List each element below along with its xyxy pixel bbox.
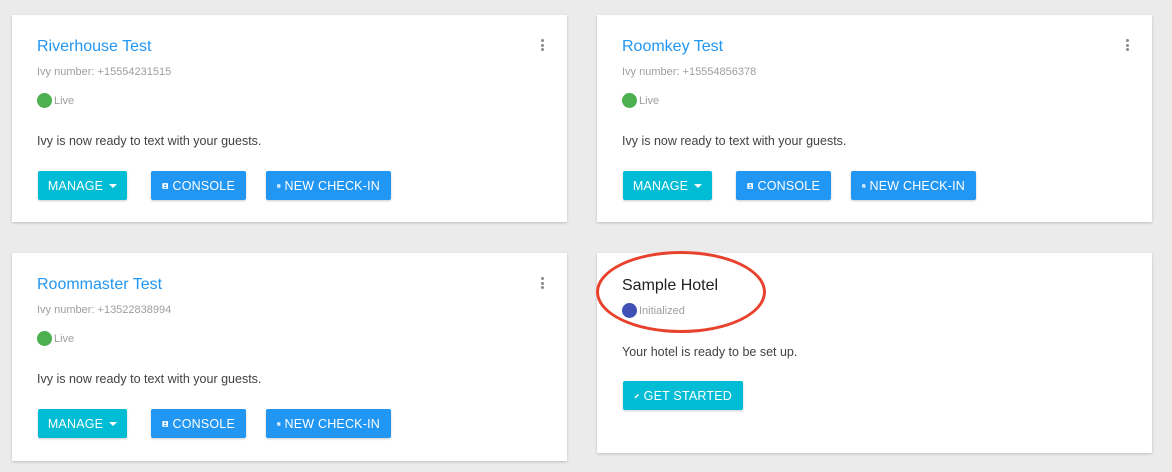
initialized-status-dot-icon — [622, 303, 637, 318]
ivy-number: Ivy number: +13522838994 — [37, 304, 172, 316]
hotel-title: Sample Hotel — [622, 277, 719, 294]
manage-button-label: MANAGE — [47, 416, 104, 431]
user-badge-icon — [162, 420, 169, 427]
new-checkin-button-label: NEW CHECK-IN — [869, 178, 965, 193]
status-indicator: Live — [37, 93, 74, 108]
pencil-icon — [634, 393, 639, 398]
status-message: Your hotel is ready to be set up. — [622, 345, 798, 359]
manage-button-label: MANAGE — [632, 178, 689, 193]
get-started-button-label: GET STARTED — [643, 388, 732, 403]
caret-down-icon — [694, 183, 703, 188]
console-button[interactable]: CONSOLE — [736, 171, 831, 200]
new-checkin-button-label: NEW CHECK-IN — [284, 416, 380, 431]
checkbox-icon — [277, 421, 281, 426]
more-options-icon[interactable] — [537, 37, 547, 53]
console-button[interactable]: CONSOLE — [151, 409, 246, 438]
user-badge-icon — [747, 182, 754, 189]
console-button-label: CONSOLE — [172, 178, 235, 193]
action-buttons: GET STARTED — [623, 381, 743, 410]
console-button[interactable]: CONSOLE — [151, 171, 246, 200]
more-options-icon[interactable] — [537, 275, 547, 291]
checkbox-icon — [862, 183, 866, 188]
status-indicator: Initialized — [622, 303, 685, 318]
action-buttons: MANAGE CONSOLE NEW CHECK-IN — [38, 171, 391, 200]
new-checkin-button[interactable]: NEW CHECK-IN — [851, 171, 976, 200]
live-status-dot-icon — [37, 331, 52, 346]
more-options-icon[interactable] — [1122, 37, 1132, 53]
status-indicator: Live — [37, 331, 74, 346]
hotel-card-riverhouse: Riverhouse Test Ivy number: +15554231515… — [12, 15, 567, 222]
action-buttons: MANAGE CONSOLE NEW CHECK-IN — [38, 409, 391, 438]
status-message: Ivy is now ready to text with your guest… — [37, 372, 262, 386]
caret-down-icon — [109, 183, 118, 188]
new-checkin-button[interactable]: NEW CHECK-IN — [266, 171, 391, 200]
live-status-dot-icon — [37, 93, 52, 108]
manage-button[interactable]: MANAGE — [623, 171, 712, 200]
status-message: Ivy is now ready to text with your guest… — [37, 134, 262, 148]
hotel-card-roommaster: Roommaster Test Ivy number: +13522838994… — [12, 253, 567, 461]
get-started-button[interactable]: GET STARTED — [623, 381, 743, 410]
hotel-card-sample: Sample Hotel Initialized Your hotel is r… — [597, 253, 1152, 453]
status-label: Live — [54, 332, 75, 345]
status-label: Initialized — [639, 304, 685, 317]
status-label: Live — [54, 94, 75, 107]
checkbox-icon — [277, 183, 281, 188]
ivy-number: Ivy number: +15554231515 — [37, 66, 172, 78]
hotel-title[interactable]: Roomkey Test — [622, 38, 723, 56]
status-message: Ivy is now ready to text with your guest… — [622, 134, 847, 148]
status-indicator: Live — [622, 93, 659, 108]
console-button-label: CONSOLE — [172, 416, 235, 431]
user-badge-icon — [162, 182, 169, 189]
manage-button[interactable]: MANAGE — [38, 409, 127, 438]
manage-button-label: MANAGE — [47, 178, 104, 193]
hotel-title[interactable]: Roommaster Test — [37, 276, 162, 294]
new-checkin-button-label: NEW CHECK-IN — [284, 178, 380, 193]
caret-down-icon — [109, 421, 118, 426]
console-button-label: CONSOLE — [757, 178, 820, 193]
hotel-title[interactable]: Riverhouse Test — [37, 38, 151, 56]
action-buttons: MANAGE CONSOLE NEW CHECK-IN — [623, 171, 976, 200]
hotel-card-roomkey: Roomkey Test Ivy number: +15554856378 Li… — [597, 15, 1152, 222]
live-status-dot-icon — [622, 93, 637, 108]
manage-button[interactable]: MANAGE — [38, 171, 127, 200]
status-label: Live — [639, 94, 660, 107]
new-checkin-button[interactable]: NEW CHECK-IN — [266, 409, 391, 438]
ivy-number: Ivy number: +15554856378 — [622, 66, 757, 78]
